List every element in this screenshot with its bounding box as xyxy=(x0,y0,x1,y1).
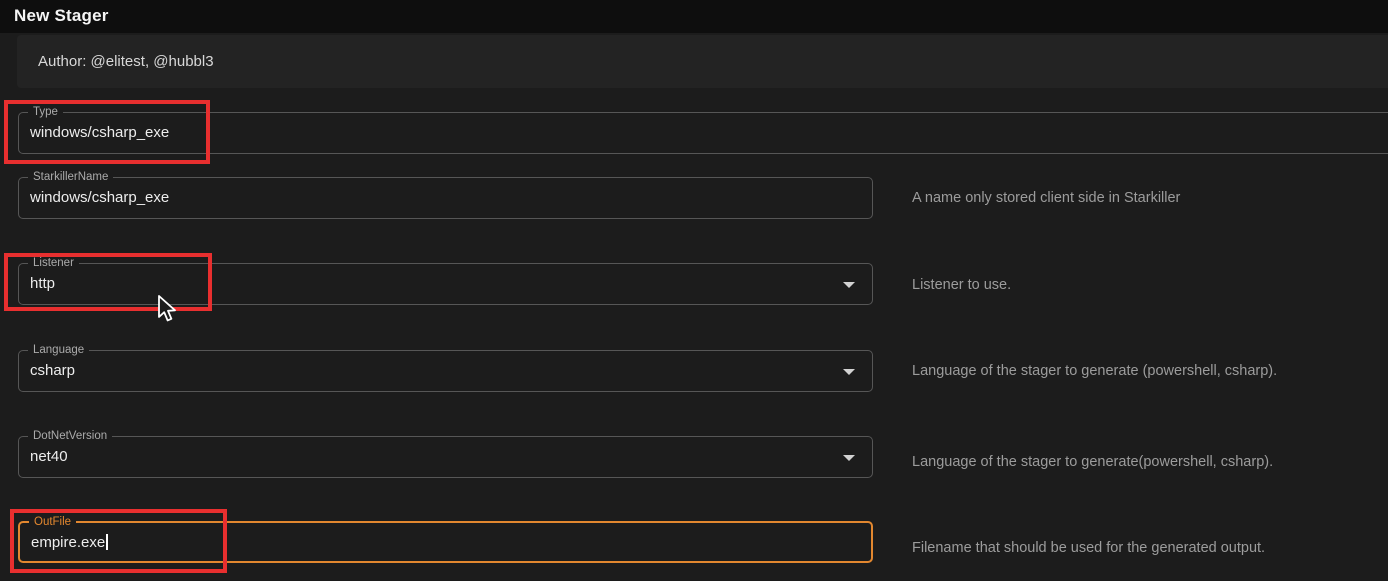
chevron-down-icon[interactable] xyxy=(843,369,855,375)
starkillername-field[interactable]: StarkillerName windows/csharp_exe xyxy=(18,177,873,219)
listener-select[interactable]: Listener http xyxy=(18,263,873,305)
outfile-field-label: OutFile xyxy=(29,515,76,530)
type-field-label: Type xyxy=(28,105,63,120)
language-select[interactable]: Language csharp xyxy=(18,350,873,392)
language-help: Language of the stager to generate (powe… xyxy=(912,363,1277,379)
author-panel: Author: @elitest, @hubbl3 xyxy=(17,35,1388,88)
outfile-text: empire.exe xyxy=(31,534,105,551)
listener-select-value: http xyxy=(30,275,55,292)
outfile-help: Filename that should be used for the gen… xyxy=(912,540,1265,556)
dotnetversion-help: Language of the stager to generate(power… xyxy=(912,454,1273,470)
author-text: Author: @elitest, @hubbl3 xyxy=(38,35,214,88)
mouse-cursor-icon xyxy=(155,295,177,325)
outfile-field[interactable]: OutFile empire.exe xyxy=(18,521,873,563)
page-title: New Stager xyxy=(14,6,109,26)
outfile-field-value: empire.exe xyxy=(31,534,108,551)
title-bar: New Stager xyxy=(0,0,1388,33)
dotnetversion-select-value: net40 xyxy=(30,448,68,465)
chevron-down-icon[interactable] xyxy=(843,282,855,288)
listener-select-label: Listener xyxy=(28,256,79,271)
listener-help: Listener to use. xyxy=(912,277,1011,293)
starkillername-field-label: StarkillerName xyxy=(28,170,113,185)
dotnetversion-select-label: DotNetVersion xyxy=(28,429,112,444)
dotnetversion-select[interactable]: DotNetVersion net40 xyxy=(18,436,873,478)
type-field[interactable]: Type windows/csharp_exe xyxy=(18,112,1388,154)
chevron-down-icon[interactable] xyxy=(843,455,855,461)
starkillername-help: A name only stored client side in Starki… xyxy=(912,190,1180,206)
type-field-value: windows/csharp_exe xyxy=(30,124,169,141)
language-select-value: csharp xyxy=(30,362,75,379)
starkillername-field-value: windows/csharp_exe xyxy=(30,189,169,206)
language-select-label: Language xyxy=(28,343,89,358)
text-caret xyxy=(106,534,108,550)
